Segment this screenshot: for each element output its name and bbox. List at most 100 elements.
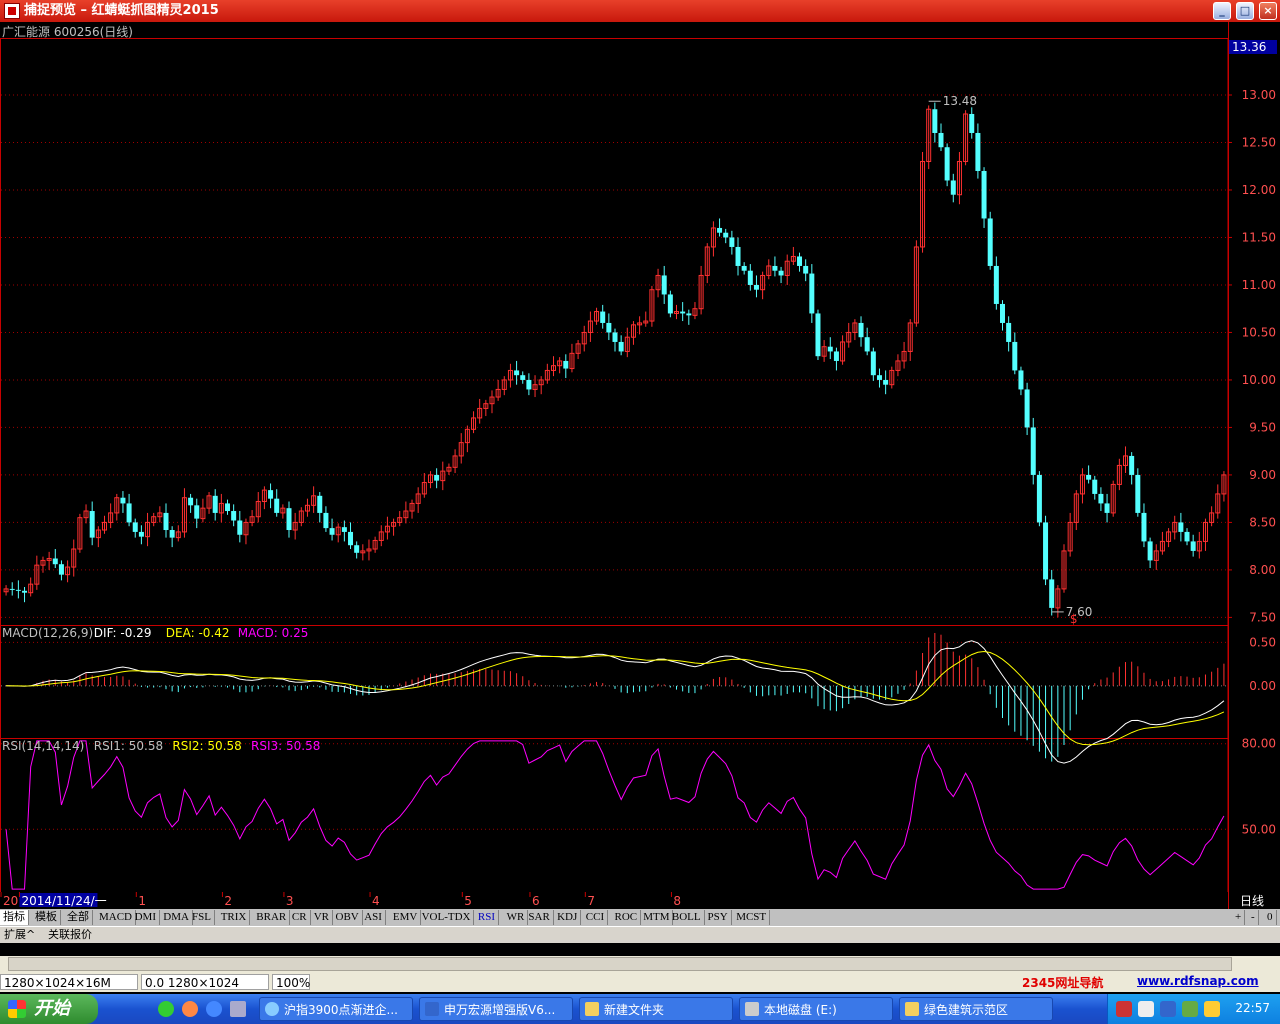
taskbar-item[interactable]: 申万宏源增强版V6...	[419, 997, 573, 1021]
taskbar-item[interactable]: 绿色建筑示范区	[899, 997, 1053, 1021]
price-tick-label: 11.50	[1242, 230, 1276, 244]
candle-body	[212, 495, 218, 513]
price-tick-label: 9.00	[1249, 468, 1276, 482]
tab-sar[interactable]: SAR	[525, 910, 554, 925]
tray-icon[interactable]	[1182, 1001, 1198, 1017]
rsi-tick-label: 80.00	[1242, 737, 1276, 751]
close-button[interactable]: ×	[1259, 2, 1277, 20]
candle-body	[827, 346, 833, 352]
candle-body	[22, 590, 28, 593]
tab-control-button[interactable]: -	[1248, 910, 1259, 925]
candle-body	[864, 337, 870, 352]
start-button[interactable]: 开始	[0, 994, 98, 1024]
date-label: 2014/11/24/一	[21, 894, 106, 908]
tab-mcst[interactable]: MCST	[733, 910, 771, 925]
resolution-readout: 1280×1024×16M	[0, 974, 138, 990]
tab-cr[interactable]: CR	[289, 910, 311, 925]
tab-control-button[interactable]: +	[1232, 910, 1246, 925]
website-link[interactable]: www.rdfsnap.com	[1137, 974, 1259, 988]
candle-body	[778, 270, 784, 276]
ext-tab[interactable]: 扩展^	[4, 928, 35, 942]
rsi-legend-item: RSI3: 50.58	[251, 739, 320, 753]
candle-body	[883, 379, 889, 385]
tab-全部[interactable]: 全部	[64, 910, 93, 925]
candle-body	[1012, 341, 1018, 371]
taskbar-item[interactable]: 沪指3900点渐进企...	[259, 997, 413, 1021]
extension-bar: 扩展^ 关联报价	[0, 926, 1280, 943]
tab-cci[interactable]: CCI	[583, 910, 609, 925]
candle-body	[348, 531, 354, 546]
tab-control-button[interactable]: 0	[1264, 910, 1277, 925]
tray-icon[interactable]	[1160, 1001, 1176, 1017]
macd-tick-label: 0.00	[1249, 679, 1276, 693]
price-tick-label: 9.50	[1249, 420, 1276, 434]
candle-body	[735, 246, 741, 266]
tray-icon[interactable]	[1138, 1001, 1154, 1017]
candle-body	[329, 528, 335, 535]
price-tick-label: 8.50	[1249, 515, 1276, 529]
tab-emv[interactable]: EMV	[390, 910, 422, 925]
candle-body	[987, 218, 993, 266]
maximize-button[interactable]: □	[1236, 2, 1254, 20]
candle-body	[1129, 455, 1135, 475]
title-bar[interactable]: 捕捉预览 – 红蜻蜓抓图精灵2015 _ □ ×	[0, 0, 1280, 22]
candle-body	[1104, 503, 1110, 513]
tab-dmi[interactable]: DMI	[132, 910, 160, 925]
stock-chart[interactable]: 13.0012.5012.0011.5011.0010.5010.009.509…	[0, 22, 1280, 909]
quicklaunch-browser-icon[interactable]	[158, 1001, 174, 1017]
tab-rsi[interactable]: RSI	[475, 910, 500, 925]
tab-trix[interactable]: TRIX	[218, 910, 251, 925]
horizontal-scrollbar[interactable]	[0, 956, 1280, 972]
tab-boll[interactable]: BOLL	[669, 910, 705, 925]
candle-body	[563, 360, 569, 369]
candle-body	[876, 375, 882, 380]
tab-obv[interactable]: OBV	[333, 910, 363, 925]
date-label: 2	[224, 894, 232, 908]
price-tick-label: 13.00	[1242, 88, 1276, 102]
tab-vr[interactable]: VR	[311, 910, 333, 925]
candle-body	[1049, 579, 1055, 608]
related-quotes-tab[interactable]: 关联报价	[48, 928, 92, 942]
nav-ad-link[interactable]: 2345网址导航	[1022, 974, 1103, 991]
tab-asi[interactable]: ASI	[361, 910, 386, 925]
tab-roc[interactable]: ROC	[612, 910, 642, 925]
start-label: 开始	[34, 998, 70, 1019]
scroll-thumb[interactable]	[8, 957, 1232, 971]
candle-body	[1006, 322, 1012, 342]
taskbar-item[interactable]: 新建文件夹	[579, 997, 733, 1021]
candle-body	[612, 332, 618, 342]
date-label: 8	[673, 894, 681, 908]
candle-body	[1147, 541, 1153, 561]
tab-psy[interactable]: PSY	[705, 910, 732, 925]
tab-指标[interactable]: 指标	[0, 910, 29, 925]
minimize-button[interactable]: _	[1213, 2, 1231, 20]
candle-body	[169, 530, 175, 538]
candle-body	[975, 132, 981, 171]
candle-body	[237, 520, 243, 535]
candle-body	[753, 284, 759, 290]
tray-icon[interactable]	[1116, 1001, 1132, 1017]
candle-body	[317, 495, 323, 513]
date-label: 5	[464, 894, 472, 908]
candle-body	[833, 351, 839, 361]
tab-模板[interactable]: 模板	[32, 910, 61, 925]
tray-icon[interactable]	[1204, 1001, 1220, 1017]
tab-vol-tdx[interactable]: VOL-TDX	[419, 910, 475, 925]
zoom-readout: 100%	[272, 974, 310, 990]
taskbar-item[interactable]: 本地磁盘 (E:)	[739, 997, 893, 1021]
candle-body	[231, 511, 237, 521]
tab-brar[interactable]: BRAR	[253, 910, 291, 925]
candle-body	[1030, 427, 1036, 475]
tab-fsl[interactable]: FSL	[189, 910, 215, 925]
price-tick-label: 10.00	[1242, 373, 1276, 387]
tab-macd[interactable]: MACD	[96, 910, 137, 925]
date-label: 6	[532, 894, 540, 908]
quicklaunch-media-icon[interactable]	[182, 1001, 198, 1017]
tab-kdj[interactable]: KDJ	[554, 910, 582, 925]
quicklaunch-desktop-icon[interactable]	[230, 1001, 246, 1017]
clock: 22:57	[1235, 1001, 1270, 1015]
quicklaunch-ie-icon[interactable]	[206, 1001, 222, 1017]
status-bar: 1280×1024×16M 0.0 1280×1024 100% 2345网址导…	[0, 972, 1280, 992]
candle-body	[9, 588, 15, 590]
candle-body	[89, 511, 95, 538]
